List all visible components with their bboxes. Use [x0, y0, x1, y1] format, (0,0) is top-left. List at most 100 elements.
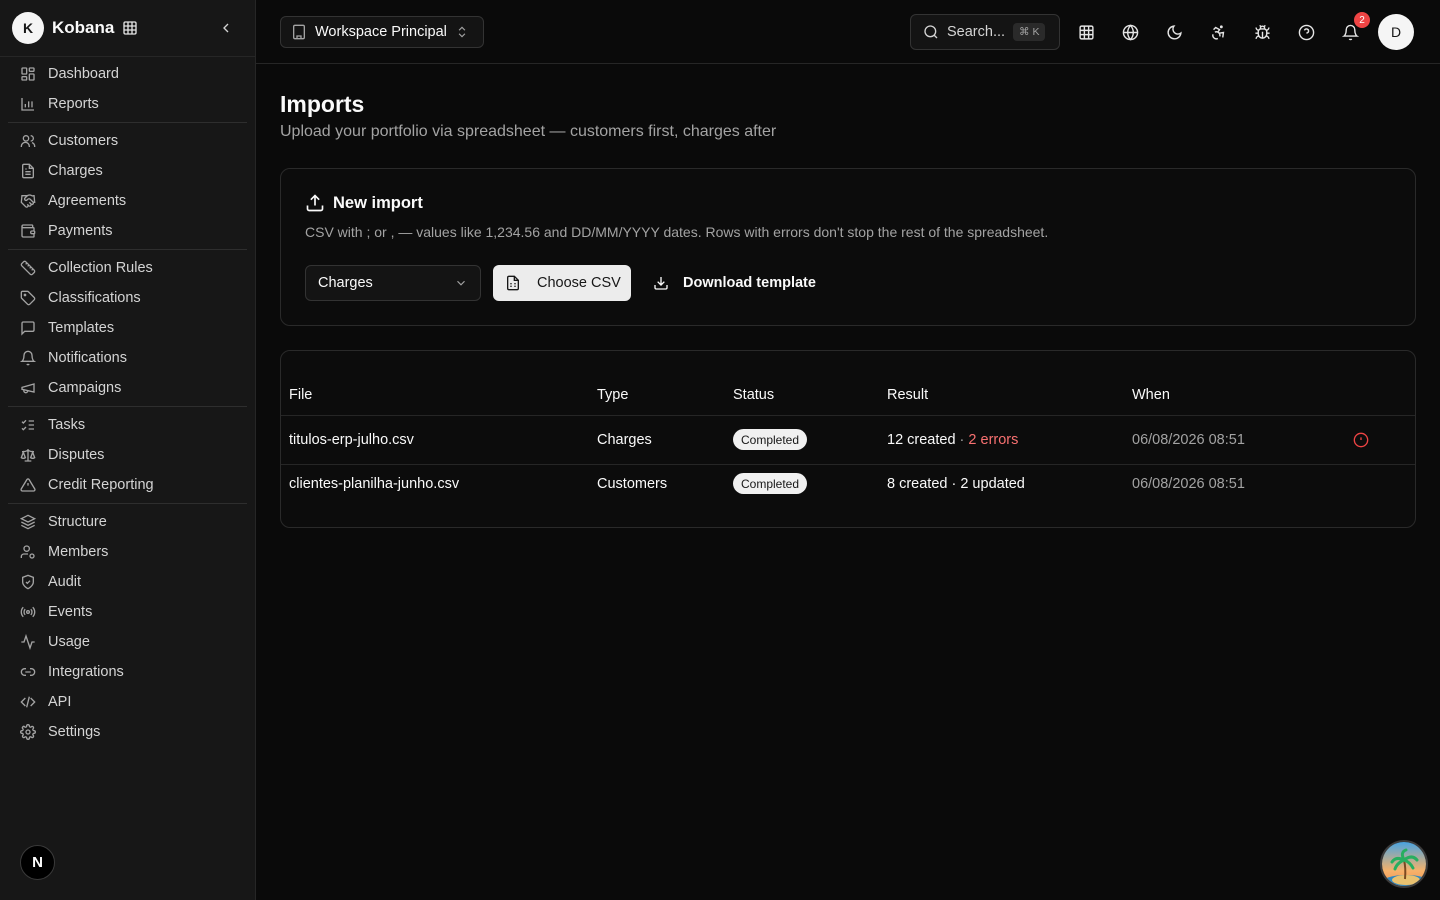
divider	[8, 503, 247, 504]
sidebar-item-label: Classifications	[48, 290, 141, 306]
page-subtitle: Upload your portfolio via spreadsheet — …	[280, 123, 777, 140]
new-import-card: New import CSV with ; or , — values like…	[280, 168, 1416, 326]
brand-avatar[interactable]: K	[12, 12, 44, 44]
accessibility-icon[interactable]	[1208, 22, 1228, 42]
search-placeholder: Search...	[947, 24, 1006, 40]
gear-icon	[20, 724, 36, 740]
message-square-icon	[20, 320, 36, 336]
table-header: File Type Status Result When	[281, 351, 1415, 416]
sidebar-item-collection-rules[interactable]: Collection Rules	[8, 253, 247, 283]
sidebar-item-label: Reports	[48, 96, 99, 112]
choose-csv-label: Choose CSV	[537, 275, 621, 291]
column-header-type[interactable]: Type	[597, 387, 628, 403]
chevron-down-icon	[454, 276, 468, 290]
search-icon	[923, 24, 939, 40]
import-type-select[interactable]: Charges	[305, 265, 481, 301]
sidebar-item-usage[interactable]: Usage	[8, 627, 247, 657]
choose-csv-button[interactable]: Choose CSV	[493, 265, 631, 301]
sidebar-item-customers[interactable]: Customers	[8, 126, 247, 156]
sidebar-item-label: Credit Reporting	[48, 477, 154, 493]
layers-icon	[20, 514, 36, 530]
table-icon[interactable]	[1076, 22, 1096, 42]
shield-check-icon	[20, 574, 36, 590]
sidebar-item-tasks[interactable]: Tasks	[8, 410, 247, 440]
new-import-description: CSV with ; or , — values like 1,234.56 a…	[305, 224, 1049, 240]
link-icon	[20, 664, 36, 680]
sidebar-item-label: Disputes	[48, 447, 105, 463]
sidebar-item-label: Members	[48, 544, 109, 560]
alert-circle-icon[interactable]	[1353, 432, 1369, 448]
sidebar-item-events[interactable]: Events	[8, 597, 247, 627]
brand[interactable]: K Kobana	[12, 12, 244, 44]
help-circle-icon[interactable]	[1296, 22, 1316, 42]
nav-group-operations: Tasks Disputes Credit Reporting	[8, 410, 247, 500]
page-title: Imports	[280, 91, 365, 117]
column-header-when[interactable]: When	[1132, 387, 1170, 403]
bug-icon[interactable]	[1252, 22, 1272, 42]
import-type-value: Charges	[318, 275, 373, 291]
column-header-result[interactable]: Result	[887, 387, 928, 403]
sidebar-item-charges[interactable]: Charges	[8, 156, 247, 186]
tropical-island-icon	[1382, 842, 1426, 886]
workspace-name: Workspace Principal	[315, 24, 447, 40]
table-row[interactable]: clientes-planilha-junho.csv Customers Co…	[281, 465, 1415, 509]
sidebar-item-structure[interactable]: Structure	[8, 507, 247, 537]
brand-name[interactable]: Kobana	[52, 18, 114, 38]
moon-icon[interactable]	[1164, 22, 1184, 42]
sidebar-item-credit-reporting[interactable]: Credit Reporting	[8, 470, 247, 500]
sidebar-item-label: Customers	[48, 133, 119, 149]
sidebar-item-members[interactable]: Members	[8, 537, 247, 567]
sidebar-item-agreements[interactable]: Agreements	[8, 186, 247, 216]
next-dev-indicator-button[interactable]: N	[20, 845, 55, 880]
code-icon	[20, 694, 36, 710]
scale-icon	[20, 447, 36, 463]
sidebar-item-label: Campaigns	[48, 380, 122, 396]
sidebar: K Kobana Dashboard Reports Customers Cha…	[0, 0, 256, 900]
globe-icon[interactable]	[1120, 22, 1140, 42]
sidebar-item-label: Notifications	[48, 350, 127, 366]
sidebar-item-label: Integrations	[48, 664, 124, 680]
download-template-label: Download template	[683, 275, 816, 291]
import-result: 8 created · 2 updated	[887, 476, 1025, 492]
users-icon	[20, 133, 36, 149]
table-row[interactable]: titulos-erp-julho.csv Charges Completed …	[281, 416, 1415, 465]
grid-icon[interactable]	[122, 20, 138, 36]
collapse-sidebar-icon[interactable]	[216, 18, 236, 38]
sidebar-item-label: Events	[48, 604, 93, 620]
sidebar-item-classifications[interactable]: Classifications	[8, 283, 247, 313]
sidebar-item-disputes[interactable]: Disputes	[8, 440, 247, 470]
handshake-icon	[20, 193, 36, 209]
bell-icon	[20, 350, 36, 366]
sidebar-item-settings[interactable]: Settings	[8, 717, 247, 747]
file-text-icon	[20, 163, 36, 179]
column-header-status[interactable]: Status	[733, 387, 774, 403]
building-icon	[291, 24, 307, 40]
search-input[interactable]: Search... ⌘ K	[910, 14, 1060, 50]
topbar: Workspace Principal Search... ⌘ K 2 D	[256, 0, 1440, 64]
assistant-avatar-button[interactable]	[1380, 840, 1428, 888]
chevrons-up-down-icon	[455, 25, 469, 39]
tag-icon	[20, 290, 36, 306]
sidebar-item-integrations[interactable]: Integrations	[8, 657, 247, 687]
result-separator: ·	[955, 432, 969, 448]
sidebar-item-dashboard[interactable]: Dashboard	[8, 59, 247, 89]
wallet-icon	[20, 223, 36, 239]
sidebar-item-payments[interactable]: Payments	[8, 216, 247, 246]
nav-group-collection: Collection Rules Classifications Templat…	[8, 253, 247, 403]
workspace-switcher[interactable]: Workspace Principal	[280, 16, 484, 48]
dashboard-icon	[20, 66, 36, 82]
sidebar-item-api[interactable]: API	[8, 687, 247, 717]
sidebar-item-audit[interactable]: Audit	[8, 567, 247, 597]
user-avatar[interactable]: D	[1378, 14, 1414, 50]
sidebar-item-templates[interactable]: Templates	[8, 313, 247, 343]
column-header-file[interactable]: File	[289, 387, 312, 403]
divider	[8, 122, 247, 123]
sidebar-item-notifications[interactable]: Notifications	[8, 343, 247, 373]
sidebar-item-campaigns[interactable]: Campaigns	[8, 373, 247, 403]
sidebar-item-reports[interactable]: Reports	[8, 89, 247, 119]
sidebar-item-label: Collection Rules	[48, 260, 153, 276]
new-import-title: New import	[305, 193, 423, 213]
list-checks-icon	[20, 417, 36, 433]
import-result: 12 created · 2 errors	[887, 432, 1018, 448]
download-template-button[interactable]: Download template	[643, 265, 816, 301]
